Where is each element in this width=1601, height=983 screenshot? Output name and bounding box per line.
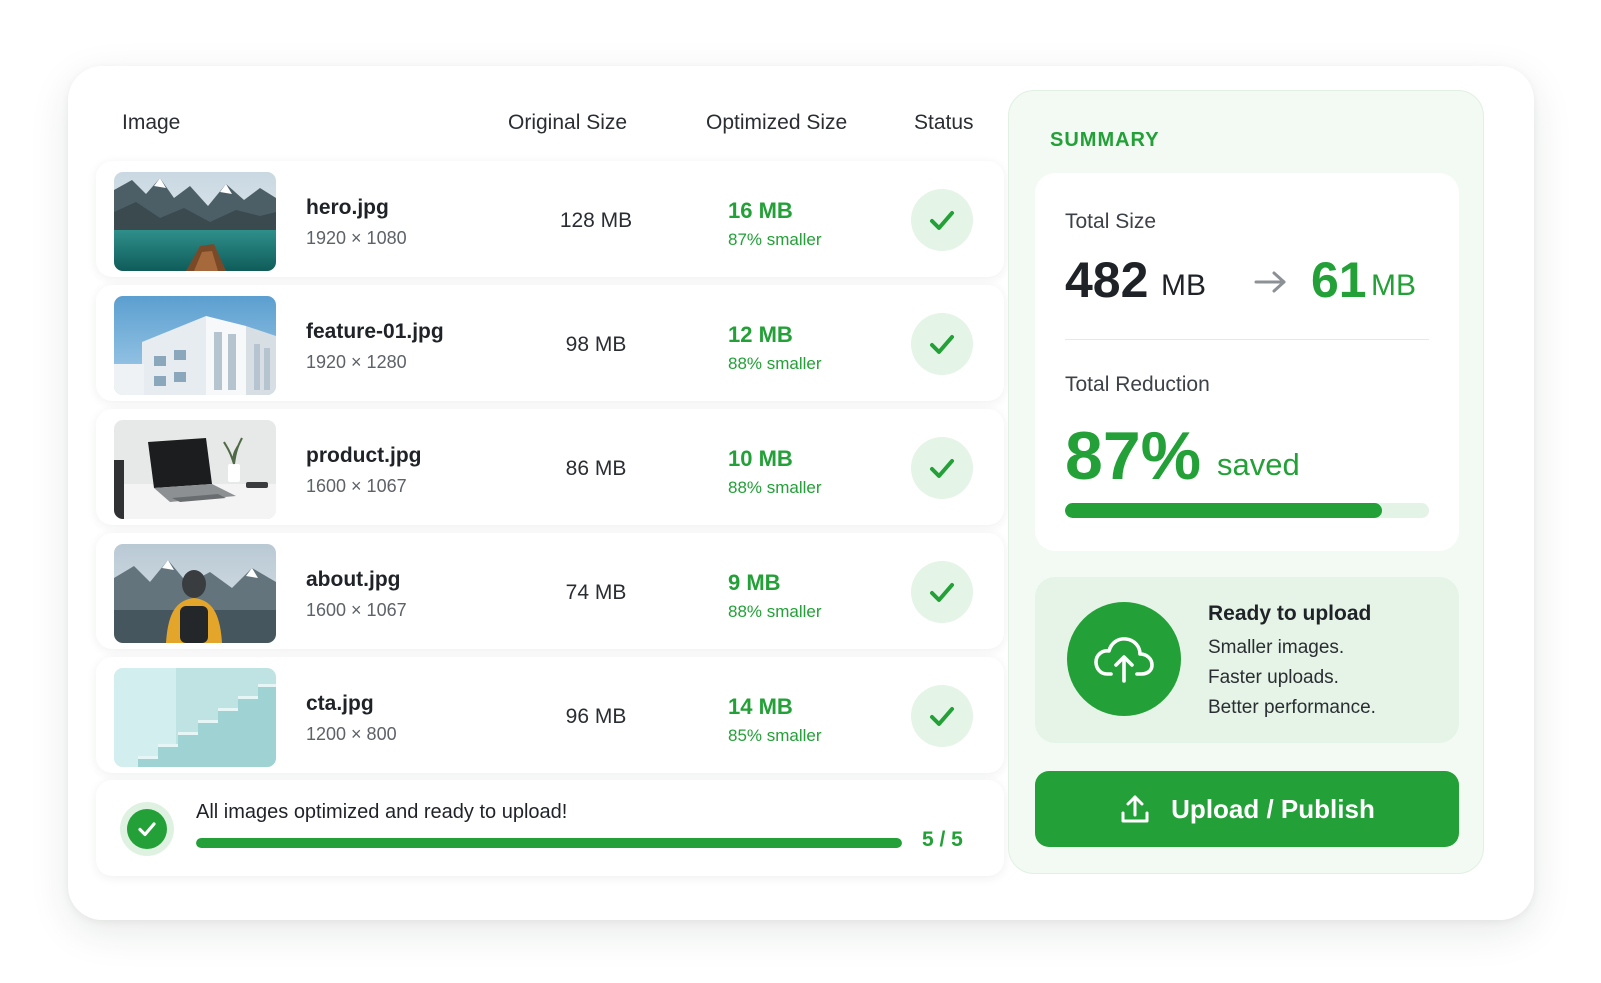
reduction-percent: 88% smaller: [728, 354, 822, 373]
optimized-size: 12 MB: [728, 322, 793, 347]
check-icon: [930, 211, 954, 230]
table-row[interactable]: cta.jpg 1200 × 800 96 MB 14 MB 85% small…: [96, 657, 1004, 773]
file-dimensions: 1600 × 1067: [306, 600, 407, 620]
ready-line: Smaller images.: [1208, 637, 1345, 658]
table-header: Image Original Size Optimized Size Statu…: [68, 66, 1028, 176]
upload-publish-button[interactable]: Upload / Publish: [1035, 771, 1459, 847]
reduction-percent-value: 87%: [1065, 418, 1202, 494]
reduction-bar-fill: [1065, 503, 1382, 518]
reduction-percent: 85% smaller: [728, 726, 822, 745]
progress-count: 5 / 5: [922, 828, 963, 851]
check-icon: [930, 707, 954, 726]
status-badge: [911, 685, 973, 747]
table-row[interactable]: about.jpg 1600 × 1067 74 MB 9 MB 88% sma…: [96, 533, 1004, 649]
check-icon: [930, 583, 954, 602]
ready-line: Faster uploads.: [1208, 667, 1339, 688]
original-size: 86 MB: [565, 457, 627, 480]
optimized-total: 61: [1311, 252, 1367, 308]
original-size: 74 MB: [565, 581, 627, 604]
summary-stats: Total Size 482 MB 61 MB Total Reduction …: [1035, 173, 1459, 551]
thumbnail-mint-stairs: [114, 668, 276, 767]
file-dimensions: 1920 × 1080: [306, 228, 407, 248]
reduction-percent: 87% smaller: [728, 230, 822, 249]
summary-panel: SUMMARY Total Size 482 MB 61 MB Total Re…: [1008, 90, 1484, 874]
status-badge: [911, 189, 973, 251]
status-badge: [911, 313, 973, 375]
ready-to-upload-card: Ready to upload Smaller images. Faster u…: [1035, 577, 1459, 743]
header-status: Status: [914, 111, 974, 134]
file-name: product.jpg: [306, 444, 422, 467]
header-image: Image: [122, 111, 181, 134]
table-row[interactable]: product.jpg 1600 × 1067 86 MB 10 MB 88% …: [96, 409, 1004, 525]
original-size: 98 MB: [565, 333, 627, 356]
reduction-percent: 88% smaller: [728, 478, 822, 497]
total-reduction-label: Total Reduction: [1065, 373, 1210, 396]
thumbnail-laptop-desk: [114, 420, 276, 519]
table-row[interactable]: hero.jpg 1920 × 1080 128 MB 16 MB 87% sm…: [96, 161, 1004, 277]
upload-icon: [1121, 795, 1149, 823]
check-icon: [930, 335, 954, 354]
thumbnail-white-building: [114, 296, 276, 395]
header-optimized-size: Optimized Size: [706, 111, 848, 134]
optimization-progress: All images optimized and ready to upload…: [96, 780, 1004, 876]
optimized-size: 16 MB: [728, 198, 793, 223]
optimizer-card: Image Original Size Optimized Size Statu…: [68, 66, 1534, 920]
image-list: hero.jpg 1920 × 1080 128 MB 16 MB 87% sm…: [96, 161, 1004, 781]
total-size-comparison: 482 MB 61 MB: [1065, 251, 1445, 311]
progress-bar-fill: [196, 838, 902, 848]
file-dimensions: 1600 × 1067: [306, 476, 407, 496]
original-size: 96 MB: [565, 705, 627, 728]
file-dimensions: 1920 × 1280: [306, 352, 407, 372]
header-original-size: Original Size: [508, 111, 628, 134]
reduction-percent: 88% smaller: [728, 602, 822, 621]
reduction-bar: [1065, 503, 1429, 518]
total-size-label: Total Size: [1065, 210, 1157, 233]
file-name: hero.jpg: [306, 196, 389, 219]
file-name: cta.jpg: [306, 692, 374, 715]
optimized-size: 10 MB: [728, 446, 793, 471]
file-dimensions: 1200 × 800: [306, 724, 397, 744]
table-row[interactable]: feature-01.jpg 1920 × 1280 98 MB 12 MB 8…: [96, 285, 1004, 401]
upload-button-label: Upload / Publish: [1171, 793, 1375, 824]
original-total-unit: MB: [1161, 269, 1206, 302]
optimized-total-unit: MB: [1371, 269, 1416, 302]
original-size: 128 MB: [559, 209, 633, 232]
thumbnail-mountain-lake: [114, 172, 276, 271]
divider: [1065, 339, 1429, 340]
original-total: 482: [1065, 252, 1149, 308]
summary-title: SUMMARY: [1050, 129, 1160, 151]
arrow-right-icon: [1253, 267, 1289, 302]
file-name: about.jpg: [306, 568, 401, 591]
file-name: feature-01.jpg: [306, 320, 444, 343]
check-icon: [930, 459, 954, 478]
ready-line: Better performance.: [1208, 697, 1376, 718]
cloud-upload-icon: [1067, 602, 1181, 716]
thumbnail-hiker-mountains: [114, 544, 276, 643]
reduction-suffix: saved: [1217, 447, 1300, 482]
status-badge: [911, 437, 973, 499]
progress-message: All images optimized and ready to upload…: [196, 801, 568, 823]
optimized-size: 9 MB: [728, 570, 781, 595]
ready-title: Ready to upload: [1208, 602, 1372, 625]
progress-bar: [196, 838, 902, 848]
check-circle-icon: [120, 802, 174, 856]
status-badge: [911, 561, 973, 623]
optimized-size: 14 MB: [728, 694, 793, 719]
